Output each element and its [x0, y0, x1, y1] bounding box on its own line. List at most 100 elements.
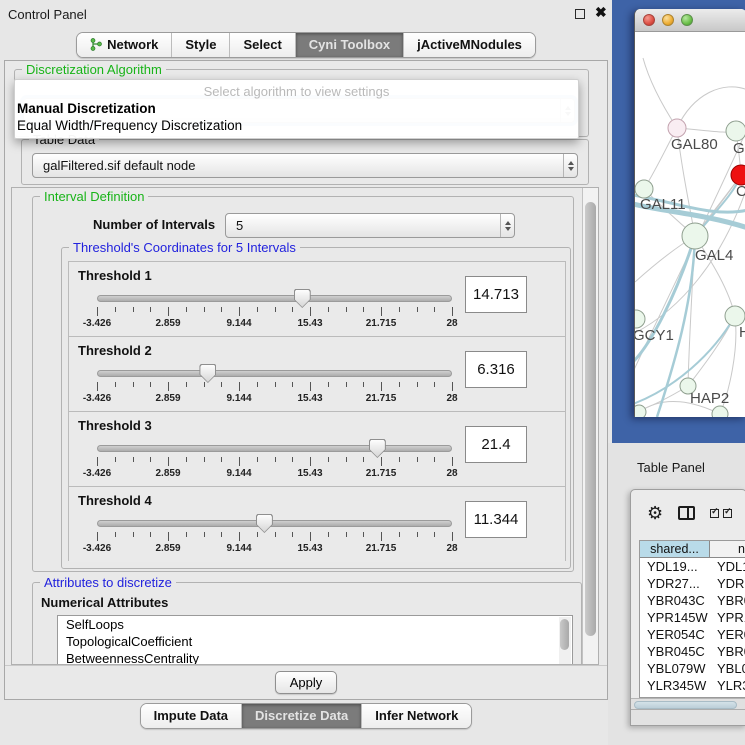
slider-thumb[interactable]	[294, 289, 311, 308]
slider-thumb[interactable]	[256, 514, 273, 533]
node-label: GCY1	[635, 327, 674, 344]
tab-style[interactable]: Style	[171, 33, 229, 57]
close-icon[interactable]: ✖	[595, 4, 607, 21]
network-node-g[interactable]	[726, 121, 745, 141]
threshold-slider[interactable]	[97, 370, 452, 377]
threshold-value-field[interactable]: 14.713	[465, 276, 527, 313]
table-row[interactable]: YBR045CYBR0	[640, 643, 745, 660]
thresholds-group-title: Threshold's Coordinates for 5 Intervals	[69, 240, 300, 255]
threshold-label: Threshold 3	[78, 418, 152, 433]
node-label: HAP2	[690, 390, 729, 407]
settings-scrollbar-thumb[interactable]	[585, 202, 596, 636]
combo-spinner-icon[interactable]	[563, 154, 577, 177]
threshold-value-field[interactable]: 11.344	[465, 501, 527, 538]
table-row[interactable]: YPR145WYPR1	[640, 609, 745, 626]
cell-name: YBR0	[710, 643, 745, 660]
network-window-titlebar	[635, 9, 745, 32]
node-label: GAL80	[671, 136, 718, 153]
cell-shared-name: YDL19...	[640, 558, 710, 575]
slider-ticks	[97, 457, 452, 467]
tab-cyni-toolbox[interactable]: Cyni Toolbox	[295, 33, 403, 57]
table-panel-title: Table Panel	[637, 460, 705, 475]
zoom-traffic-light-icon[interactable]	[681, 14, 693, 26]
select-columns-icon[interactable]	[710, 509, 732, 518]
threshold-slider[interactable]	[97, 295, 452, 302]
cell-name: YPR1	[710, 609, 745, 626]
slider-thumb[interactable]	[199, 364, 216, 383]
cell-shared-name: YBL079W	[640, 660, 710, 677]
node-label: GAL11	[640, 196, 686, 213]
cyni-toolbox-panel: Discretization Algorithm Select algorith…	[4, 60, 608, 700]
algorithm-dropdown-popup: Select algorithm to view settings Manual…	[14, 79, 579, 139]
slider-tick-labels: -3.4262.8599.14415.4321.71528	[97, 318, 452, 330]
numerical-attributes-list[interactable]: SelfLoopsTopologicalCoefficientBetweenne…	[57, 615, 573, 665]
discretization-algorithm-title: Discretization Algorithm	[22, 62, 166, 77]
gear-icon[interactable]: ⚙	[647, 504, 663, 522]
threshold-value-field[interactable]: 21.4	[465, 426, 527, 463]
column-header-name[interactable]: na	[710, 541, 745, 557]
table-hscrollbar-thumb[interactable]	[634, 701, 737, 709]
column-header-shared-name[interactable]: shared...	[640, 541, 710, 557]
network-node-h[interactable]	[725, 306, 745, 326]
checkbox-icon	[710, 509, 719, 518]
tab-select[interactable]: Select	[229, 33, 294, 57]
network-node-gal80[interactable]	[668, 119, 686, 137]
slider-tick-labels: -3.4262.8599.14415.4321.71528	[97, 393, 452, 405]
table-row[interactable]: YBL079WYBL0	[640, 660, 745, 677]
tab-infer-network[interactable]: Infer Network	[361, 704, 471, 728]
node-attribute-table[interactable]: shared...naYDL19...YDL1YDR27...YDR2YBR04…	[639, 540, 745, 698]
tab-jactivemnodules[interactable]: jActiveMNodules	[403, 33, 535, 57]
cell-name: YDL1	[710, 558, 745, 575]
node-label: H	[739, 324, 745, 341]
interval-definition-title: Interval Definition	[40, 189, 148, 204]
table-row[interactable]: YLR345WYLR3	[640, 677, 745, 694]
control-panel-window: Control Panel ✖ NetworkStyleSelectCyni T…	[0, 0, 612, 745]
table-row[interactable]: YDL19...YDL1	[640, 558, 745, 575]
network-window[interactable]: GAL80GCGAL11GAL4GCY1HHAP2	[634, 9, 745, 417]
attribute-list-item[interactable]: SelfLoops	[58, 616, 572, 633]
attribute-list-item[interactable]: BetweennessCentrality	[58, 650, 572, 665]
settings-scrollbar[interactable]	[582, 188, 598, 665]
table-row[interactable]: YDR27...YDR2	[640, 575, 745, 592]
slider-ticks	[97, 382, 452, 392]
slider-tick-labels: -3.4262.8599.14415.4321.71528	[97, 543, 452, 555]
table-row[interactable]: YER054CYER0	[640, 626, 745, 643]
network-node-gal4[interactable]	[682, 223, 708, 249]
close-traffic-light-icon[interactable]	[643, 14, 655, 26]
columns-icon[interactable]	[678, 506, 695, 520]
tab-discretize-data[interactable]: Discretize Data	[241, 704, 361, 728]
float-icon[interactable]	[575, 9, 585, 19]
panel-title: Control Panel	[8, 7, 87, 22]
threshold-value-field[interactable]: 6.316	[465, 351, 527, 388]
table-window-footer	[631, 709, 745, 726]
cell-shared-name: YER054C	[640, 626, 710, 643]
network-node[interactable]	[635, 405, 646, 417]
network-canvas[interactable]: GAL80GCGAL11GAL4GCY1HHAP2	[635, 32, 745, 417]
slider-thumb[interactable]	[369, 439, 386, 458]
dropdown-option[interactable]: Manual Discretization	[15, 100, 578, 117]
algorithm-dropdown-options: Manual DiscretizationEqual Width/Frequen…	[15, 100, 578, 134]
checkbox-icon	[723, 509, 732, 518]
network-node-gcy1[interactable]	[635, 310, 645, 328]
network-node[interactable]	[712, 406, 728, 417]
table-row[interactable]: YBR043CYBR0	[640, 592, 745, 609]
apply-button[interactable]: Apply	[275, 671, 338, 694]
combo-spinner-icon[interactable]	[500, 214, 514, 237]
attributes-list-scrollbar[interactable]	[559, 617, 571, 665]
table-data-combobox[interactable]: galFiltered.sif default node	[32, 153, 578, 178]
threshold-slider[interactable]	[97, 445, 452, 452]
interval-definition-group: Interval Definition Number of Intervals …	[32, 196, 574, 572]
threshold-slider[interactable]	[97, 520, 452, 527]
dropdown-option[interactable]: Equal Width/Frequency Discretization	[15, 117, 578, 134]
number-of-intervals-combobox[interactable]: 5	[225, 213, 515, 238]
tab-impute-data[interactable]: Impute Data	[141, 704, 241, 728]
attribute-list-item[interactable]: TopologicalCoefficient	[58, 633, 572, 650]
slider-tick-labels: -3.4262.8599.14415.4321.71528	[97, 468, 452, 480]
network-node-c[interactable]	[731, 165, 745, 185]
attributes-group-title: Attributes to discretize	[40, 575, 176, 590]
settings-scroll-area: Interval Definition Number of Intervals …	[11, 187, 599, 665]
minimize-traffic-light-icon[interactable]	[662, 14, 674, 26]
tab-network[interactable]: Network	[77, 33, 171, 57]
cell-shared-name: YBR045C	[640, 643, 710, 660]
table-horizontal-scrollbar[interactable]	[631, 698, 745, 709]
